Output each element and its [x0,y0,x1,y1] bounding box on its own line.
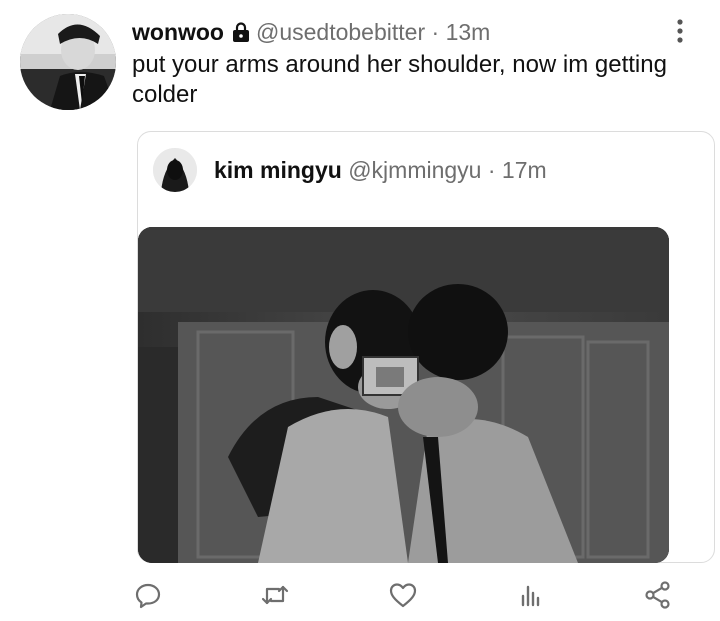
tweet-time[interactable]: 13m [446,19,491,45]
quoted-avatar-image [153,148,197,192]
quoted-tweet-photo[interactable] [138,227,669,563]
share-icon[interactable] [638,575,678,615]
quoted-tweet-card[interactable]: kim mingyu @kjmmingyu · 17m [137,131,715,563]
retweet-icon[interactable] [255,575,295,615]
separator-dot: · [431,19,440,45]
quoted-author-handle[interactable]: @kjmmingyu [348,157,481,183]
author-avatar-image [20,14,116,110]
quoted-author-name[interactable]: kim mingyu [214,157,342,183]
tweet-text: put your arms around her shoulder, now i… [132,51,667,108]
mirror-selfie-photo [138,227,669,563]
tweet-header: wonwoo @usedtobebitter · 13m [132,18,490,46]
author-name[interactable]: wonwoo [132,19,224,45]
author-handle[interactable]: @usedtobebitter [256,19,425,45]
author-avatar[interactable] [20,14,116,110]
quoted-author-avatar[interactable] [153,148,197,192]
lock-icon [230,21,252,43]
quoted-tweet-header: kim mingyu @kjmmingyu · 17m [214,156,547,184]
quoted-tweet-time[interactable]: 17m [502,157,547,183]
more-vertical-icon[interactable] [672,18,688,46]
heart-icon[interactable] [383,575,423,615]
tweet-action-bar [0,575,720,615]
reply-icon[interactable] [128,575,168,615]
quoted-separator-dot: · [487,157,496,183]
analytics-icon[interactable] [511,575,551,615]
